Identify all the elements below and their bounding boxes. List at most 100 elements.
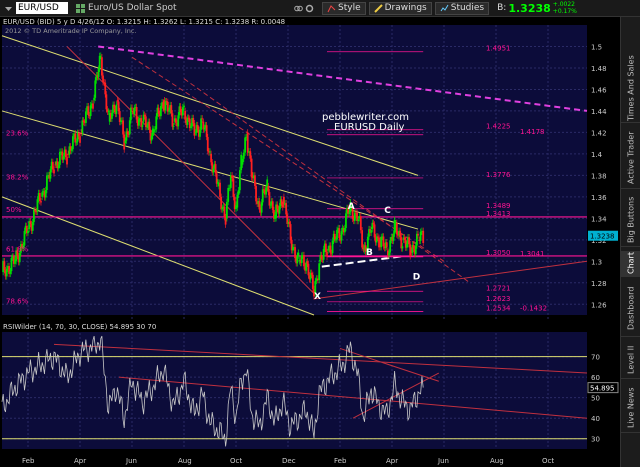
candle-body [399,230,402,238]
candle-body [227,187,230,202]
candle-body [336,229,338,240]
price-tick-label: 1.42 [591,129,607,137]
sidebar-tab-big-buttons[interactable]: Big Buttons [621,193,640,247]
candle-body [289,224,292,241]
candle-body [269,204,272,206]
chart-svg[interactable]: 1.51.481.461.441.421.41.381.361.341.321.… [0,17,620,467]
symbol-selector[interactable]: EUR/USD [0,0,72,17]
symbol-input[interactable]: EUR/USD [16,2,68,14]
description-text: Euro/US Dollar Spot [88,3,177,13]
candle-body [412,245,415,249]
link-icon[interactable] [294,4,303,13]
candle-body [327,249,330,251]
candle-body [361,230,363,248]
candle-body [89,105,92,117]
candle-body [200,118,202,130]
studies-button[interactable]: Studies [434,1,490,15]
candle-body [181,107,184,116]
candle-body [288,221,291,225]
candle-body [101,57,103,76]
candle-body [5,268,8,277]
candle-body [370,230,373,233]
candle-body [409,244,412,257]
price-level-label: 1.2721 [486,284,511,292]
sidebar-tab-dashboard[interactable]: Dashboard [621,281,640,337]
price-level-label: 1.4951 [486,45,511,53]
candle-body [271,201,274,210]
candle-body [186,117,189,125]
pattern-point-label: A [348,202,355,212]
candle-body [82,120,85,123]
grid-icon [76,3,85,13]
price-level-label: 1.3041 [520,250,545,258]
drawings-button[interactable]: Drawings [368,1,432,15]
candle-body [57,164,60,169]
candle-body [335,239,337,241]
candle-body [34,209,36,212]
sidebar-tab-chart[interactable]: Chart [621,251,640,277]
candle-body [318,263,321,281]
time-tick-label: Aug [490,457,504,465]
candle-body [97,68,100,78]
change-percent: +0.17% [552,8,577,15]
candle-body [66,157,68,165]
candle-body [278,206,281,214]
time-tick-label: Oct [230,457,242,465]
candle-body [311,274,314,289]
candle-body [353,212,356,221]
candle-body [85,111,87,123]
candle-body [333,233,336,240]
settings-icon[interactable] [305,4,314,13]
sidebar-tab-times-and-sales[interactable]: Times And Sales [621,55,640,123]
candle-body [187,117,190,119]
rsi-tick-label: 40 [591,415,600,423]
watermark-title: EURUSD Daily [334,122,405,133]
rsi-last-label: 54.895 [590,385,615,393]
candle-body [126,131,129,135]
candle-body [244,137,246,153]
candle-body [232,178,235,198]
price-level-label: 1.4178 [520,128,545,136]
candle-body [92,103,94,109]
candle-body [154,129,157,131]
candle-body [10,257,13,272]
candle-body [260,202,263,213]
sidebar-tab-live-news[interactable]: Live News [621,383,640,433]
chart-area[interactable]: 1.5 1.48 1.46 1.44 1.42 1.4 1.38 1.36 1.34 1.32 1.… [0,17,620,467]
candle-body [376,236,379,238]
candle-body [170,105,173,114]
candle-body [192,117,195,124]
symbol-description: Euro/US Dollar Spot [72,0,290,17]
price-tick-label: 1.36 [591,194,607,202]
studies-icon [440,4,449,11]
sidebar-tab-active-trader[interactable]: Active Trader [621,127,640,189]
candle-body [128,120,131,135]
price-level-label: 1.2534 [486,304,511,312]
style-button[interactable]: Style [322,1,366,15]
candle-body [40,201,42,203]
candle-body [77,132,80,137]
sidebar-tab-level-ii[interactable]: Level II [621,341,640,379]
candle-body [168,110,170,112]
candle-body [215,173,218,184]
candle-body [122,120,124,135]
candle-body [209,151,211,153]
candle-body [44,189,47,198]
quote-value: 1.3238 [508,1,551,15]
candle-body [193,123,196,136]
candle-body [70,149,73,151]
candle-body [249,151,252,159]
candle-body [98,55,101,69]
time-tick-label: Feb [334,457,347,465]
price-tick-label: 1.3 [591,258,602,266]
candle-body [155,116,158,130]
candle-body [267,186,270,193]
candle-body [118,111,121,123]
candle-body [62,156,65,160]
studies-label: Studies [450,3,485,13]
fib-level-label: 38.2% [6,174,29,182]
quote-change: +.0022 +0.17% [553,1,577,15]
price-tick-label: 1.28 [591,280,607,288]
candle-body [124,140,127,144]
candle-body [212,168,215,173]
